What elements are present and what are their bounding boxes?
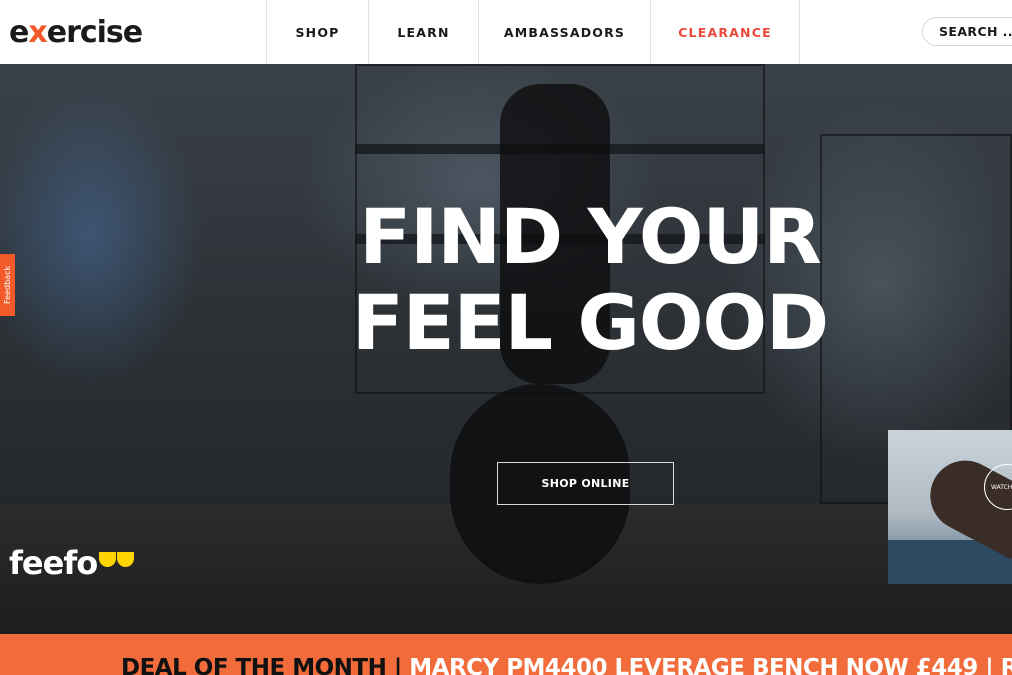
logo-text: exercise	[9, 14, 143, 50]
deal-of-the-month-banner[interactable]: DEAL OF THE MONTH | MARCY PM4400 LEVERAG…	[0, 634, 1012, 675]
site-header: exercise SHOP LEARN AMBASSADORS CLEARANC…	[0, 0, 1012, 64]
feefo-badge[interactable]: feefo	[9, 544, 135, 582]
feefo-logo-text: feefo	[9, 544, 98, 582]
banner-deal: MARCY PM4400 LEVERAGE BENCH NOW £449 | R…	[409, 655, 1012, 675]
nav-shop[interactable]: SHOP	[266, 0, 368, 64]
feefo-eyes-icon	[99, 551, 135, 567]
nav-learn[interactable]: LEARN	[368, 0, 478, 64]
exercise-logo[interactable]: exercise	[0, 0, 266, 64]
feedback-tab[interactable]: Feedback	[0, 254, 15, 316]
headline-line-2: FEEL GOOD	[351, 278, 829, 367]
search-button[interactable]: SEARCH ...	[922, 17, 1012, 46]
banner-label: DEAL OF THE MONTH |	[121, 655, 410, 675]
hero-headline: FIND YOUR FEEL GOOD	[340, 194, 840, 366]
main-nav: SHOP LEARN AMBASSADORS CLEARANCE	[266, 0, 800, 64]
shop-online-button[interactable]: SHOP ONLINE	[497, 462, 674, 505]
headline-line-1: FIND YOUR	[359, 192, 822, 281]
banner-text: DEAL OF THE MONTH | MARCY PM4400 LEVERAG…	[0, 655, 1012, 675]
nav-clearance[interactable]: CLEARANCE	[650, 0, 800, 64]
hero-banner: FIND YOUR FEEL GOOD SHOP ONLINE Feedback…	[0, 64, 1012, 634]
nav-ambassadors[interactable]: AMBASSADORS	[478, 0, 650, 64]
watch-video-thumbnail[interactable]: WATCH	[888, 430, 1012, 584]
